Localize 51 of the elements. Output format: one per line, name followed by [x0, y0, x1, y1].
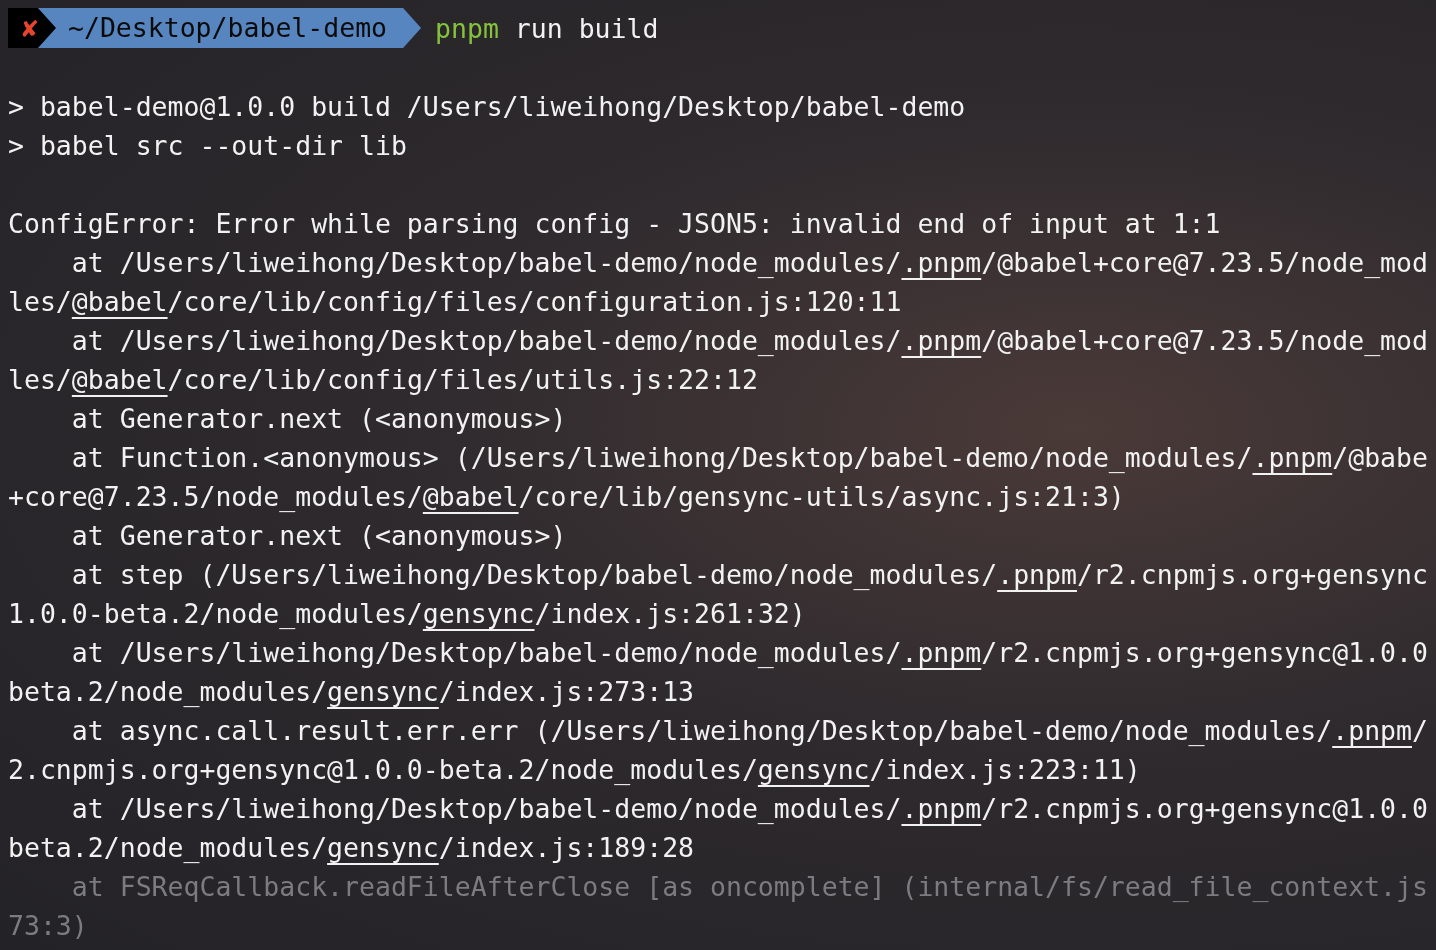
path-link[interactable]: .pnpm: [997, 559, 1077, 590]
output-text: 73:3): [8, 910, 88, 941]
path-segment: ~/Desktop/babel-demo: [37, 8, 422, 48]
output-text: at Generator.next (<anonymous>): [70, 403, 567, 434]
path-link[interactable]: .pnpm: [1332, 715, 1412, 746]
path-link[interactable]: .pnpm: [901, 637, 982, 668]
path-link[interactable]: @babel: [71, 364, 168, 395]
path-link[interactable]: gensync: [327, 832, 439, 863]
path-link[interactable]: @babel: [422, 481, 519, 512]
output-text: beta.2/node_modules/: [8, 832, 328, 863]
path-link[interactable]: gensync: [327, 676, 439, 707]
path-link[interactable]: .pnpm: [901, 793, 982, 824]
output-text: /index.js:223:11): [869, 754, 1141, 785]
output-text: at /Users/liweihong/Desktop/babel-demo/node_modules/: [70, 637, 902, 668]
output-text: /@babel+core@7.23.5/node_mod: [981, 325, 1428, 356]
output-text: les/: [8, 364, 72, 395]
command-text: pnpm run build: [434, 12, 659, 44]
output-text: /index.js:273:13: [438, 676, 695, 707]
output-text: > babel-demo@1.0.0 build /Users/liweihong/Desktop/babel-demo: [8, 91, 966, 122]
output-text: /r2.cnpmjs.org+gensync@1.0.0: [981, 793, 1428, 824]
output-text: at /Users/liweihong/Desktop/babel-demo/node_modules/: [70, 325, 902, 356]
output-text: /index.js:261:32): [534, 598, 806, 629]
output-text: /r2.cnpmjs.org+gensync@1.0.0: [981, 637, 1428, 668]
output-text: ConfigError: Error while parsing config - JSON5: invalid end of input at 1:1: [8, 208, 1221, 239]
output-text: /: [1412, 715, 1428, 746]
path-link[interactable]: gensync: [422, 598, 535, 629]
path-link[interactable]: .pnpm: [901, 247, 982, 278]
output-text: /core/lib/gensync-utils/async.js:21:3): [518, 481, 1125, 512]
output-text: at Function.<anonymous> (/Users/liweihong/Desktop/babel-demo/node_modules/: [70, 442, 1253, 473]
output-text: /core/lib/config/files/configuration.js:120:11: [167, 286, 902, 317]
path-link[interactable]: gensync: [757, 754, 870, 785]
output-text: /r2.cnpmjs.org+gensync: [1076, 559, 1428, 590]
output-text: +core@7.23.5/node_modules/: [8, 481, 423, 512]
output-text: beta.2/node_modules/: [8, 676, 328, 707]
output-text: at /Users/liweihong/Desktop/babel-demo/node_modules/: [70, 793, 902, 824]
output-text: at Generator.next (<anonymous>): [70, 520, 567, 551]
path-link[interactable]: @babel: [71, 286, 168, 317]
output-text: 2.cnpmjs.org+gensync@1.0.0-beta.2/node_modules/: [8, 754, 758, 785]
output-text: at FSReqCallback.readFileAfterClose [as oncomplete] (internal/fs/read_file_context.js: [70, 871, 1428, 902]
output-text: at async.call.result.err.err (/Users/liweihong/Desktop/babel-demo/node_modules/: [70, 715, 1333, 746]
output-text: 1.0.0-beta.2/node_modules/: [8, 598, 423, 629]
output-text: /@babel+core@7.23.5/node_mod: [981, 247, 1428, 278]
output-text: /index.js:189:28: [438, 832, 695, 863]
path-link[interactable]: .pnpm: [901, 325, 982, 356]
output-text: at step (/Users/liweihong/Desktop/babel-demo/node_modules/: [70, 559, 998, 590]
output-text: /@babe: [1332, 442, 1428, 473]
path-link[interactable]: .pnpm: [1252, 442, 1333, 473]
output-text: at /Users/liweihong/Desktop/babel-demo/node_modules/: [70, 247, 902, 278]
output-text: /core/lib/config/files/utils.js:22:12: [167, 364, 758, 395]
output-text: les/: [8, 286, 72, 317]
output-text: > babel src --out-dir lib: [8, 130, 407, 161]
